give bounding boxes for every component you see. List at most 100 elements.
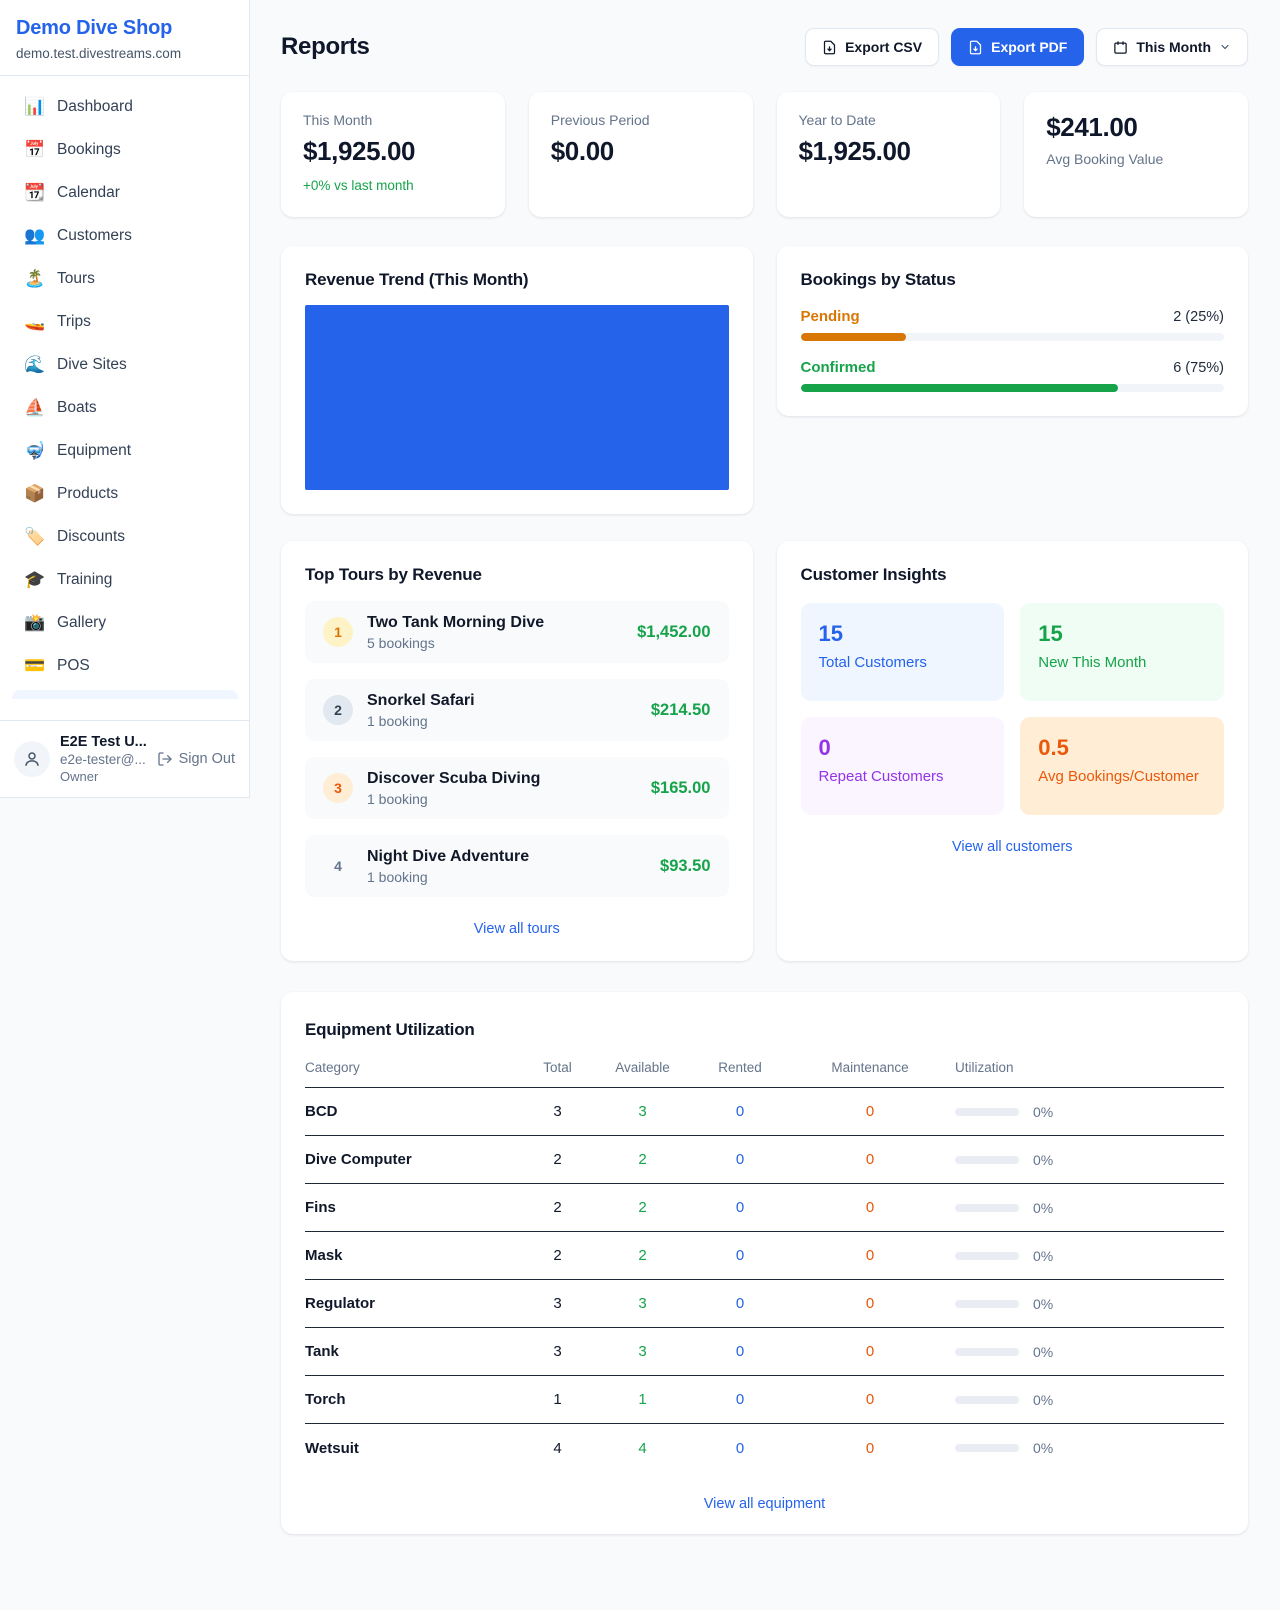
col-category: Category (305, 1060, 520, 1075)
sign-out-label: Sign Out (179, 751, 235, 767)
equipment-utilization-card: Equipment Utilization Category Total Ava… (281, 992, 1248, 1534)
camera-icon: 📸 (24, 613, 44, 633)
view-all-equipment-link[interactable]: View all equipment (704, 1496, 825, 1512)
sidebar-item-tours[interactable]: 🏝️ Tours (12, 260, 237, 298)
rank-badge: 4 (323, 851, 353, 881)
sidebar-item-dashboard[interactable]: 📊 Dashboard (12, 88, 237, 126)
sidebar-item-label: Dive Sites (57, 356, 127, 374)
progress-fill (801, 384, 1119, 392)
sidebar-item-label: Products (57, 485, 118, 503)
equipment-rented: 0 (690, 1391, 790, 1408)
stat-card-this-month: This Month $1,925.00 +0% vs last month (281, 92, 505, 217)
status-row-pending: Pending 2 (25%) (801, 308, 1225, 341)
equipment-category: Regulator (305, 1295, 520, 1312)
sidebar-item-pos[interactable]: 💳 POS (12, 647, 237, 685)
sidebar-item-dive-sites[interactable]: 🌊 Dive Sites (12, 346, 237, 384)
sidebar-item-customers[interactable]: 👥 Customers (12, 217, 237, 255)
tour-revenue: $1,452.00 (637, 623, 710, 642)
sidebar-item-discounts[interactable]: 🏷️ Discounts (12, 518, 237, 556)
utilization-bar (955, 1444, 1019, 1452)
export-pdf-button[interactable]: Export PDF (951, 28, 1084, 66)
main-content: Reports Export CSV Export PDF This Month (250, 0, 1280, 1574)
equipment-maintenance: 0 (790, 1151, 950, 1168)
equipment-rented: 0 (690, 1440, 790, 1457)
export-pdf-label: Export PDF (991, 39, 1067, 55)
sidebar-item-trips[interactable]: 🚤 Trips (12, 303, 237, 341)
chevron-down-icon (1219, 41, 1231, 53)
tile-repeat-customers: 0 Repeat Customers (801, 717, 1005, 815)
equipment-rented: 0 (690, 1295, 790, 1312)
status-value: 6 (75%) (1173, 360, 1224, 376)
table-row: BCD 3 3 0 0 0% (305, 1088, 1224, 1136)
page-header: Reports Export CSV Export PDF This Month (281, 28, 1248, 66)
utilization-bar (955, 1396, 1019, 1404)
sidebar-item-reports-active-partial[interactable] (12, 690, 238, 699)
export-csv-button[interactable]: Export CSV (805, 28, 939, 66)
sidebar-item-training[interactable]: 🎓 Training (12, 561, 237, 599)
revenue-trend-title: Revenue Trend (This Month) (305, 270, 729, 290)
people-icon: 👥 (24, 226, 44, 246)
calendar-date-icon: 📅 (24, 140, 44, 160)
stat-label: Avg Booking Value (1046, 151, 1226, 167)
tile-value: 15 (819, 621, 987, 647)
utilization-bar (955, 1300, 1019, 1308)
stat-delta: +0% vs last month (303, 178, 483, 193)
equipment-maintenance: 0 (790, 1295, 950, 1312)
page-title: Reports (281, 33, 370, 61)
tearoff-calendar-icon: 📆 (24, 183, 44, 203)
sidebar-item-boats[interactable]: ⛵ Boats (12, 389, 237, 427)
user-role: Owner (60, 769, 147, 784)
equipment-available: 2 (595, 1247, 690, 1264)
status-label: Pending (801, 308, 860, 325)
sidebar-item-label: Customers (57, 227, 132, 245)
tile-label: Total Customers (819, 654, 987, 671)
period-dropdown[interactable]: This Month (1096, 28, 1248, 66)
sidebar: Demo Dive Shop demo.test.divestreams.com… (0, 0, 250, 798)
brand-block: Demo Dive Shop demo.test.divestreams.com (0, 0, 249, 76)
equipment-maintenance: 0 (790, 1440, 950, 1457)
view-all-customers-link[interactable]: View all customers (952, 839, 1073, 855)
rank-badge: 3 (323, 773, 353, 803)
sidebar-item-label: Dashboard (57, 98, 133, 116)
progress-fill (801, 333, 907, 341)
avatar (14, 741, 50, 777)
utilization-percent: 0% (1033, 1392, 1053, 1408)
equipment-category: Fins (305, 1199, 520, 1216)
user-name: E2E Test U... (60, 734, 147, 750)
charts-row: Revenue Trend (This Month) Bookings by S… (281, 246, 1248, 514)
customer-insights-card: Customer Insights 15 Total Customers 15 … (777, 541, 1249, 961)
tour-name: Two Tank Morning Dive (367, 614, 623, 632)
sign-out-button[interactable]: Sign Out (157, 751, 235, 767)
sidebar-item-products[interactable]: 📦 Products (12, 475, 237, 513)
export-csv-label: Export CSV (845, 39, 922, 55)
sidebar-item-bookings[interactable]: 📅 Bookings (12, 131, 237, 169)
sidebar-item-label: POS (57, 657, 90, 675)
bookings-by-status-card: Bookings by Status Pending 2 (25%) Confi… (777, 246, 1249, 416)
island-icon: 🏝️ (24, 269, 44, 289)
equipment-total: 3 (520, 1295, 595, 1312)
equipment-category: Torch (305, 1391, 520, 1408)
tour-name: Discover Scuba Diving (367, 770, 637, 788)
sidebar-item-gallery[interactable]: 📸 Gallery (12, 604, 237, 642)
sidebar-item-calendar[interactable]: 📆 Calendar (12, 174, 237, 212)
utilization-bar (955, 1108, 1019, 1116)
sign-out-icon (157, 751, 173, 767)
progress-track (801, 384, 1225, 392)
tile-total-customers: 15 Total Customers (801, 603, 1005, 701)
col-available: Available (595, 1060, 690, 1075)
equipment-total: 3 (520, 1343, 595, 1360)
utilization-bar (955, 1348, 1019, 1356)
equipment-maintenance: 0 (790, 1247, 950, 1264)
utilization-percent: 0% (1033, 1296, 1053, 1312)
view-all-tours-link[interactable]: View all tours (474, 921, 560, 937)
tour-name: Night Dive Adventure (367, 848, 646, 866)
stat-value: $0.00 (551, 136, 731, 167)
utilization-percent: 0% (1033, 1152, 1053, 1168)
equipment-category: Wetsuit (305, 1440, 520, 1457)
sidebar-item-equipment[interactable]: 🤿 Equipment (12, 432, 237, 470)
stat-label: Previous Period (551, 112, 731, 128)
status-value: 2 (25%) (1173, 309, 1224, 325)
sidebar-item-label: Calendar (57, 184, 120, 202)
file-download-icon (968, 40, 983, 55)
utilization-bar (955, 1156, 1019, 1164)
